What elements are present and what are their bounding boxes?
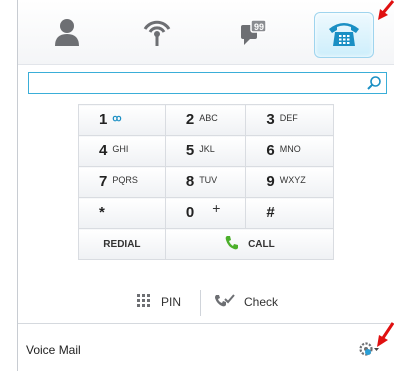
keypad-row: * 0 + #: [78, 197, 334, 229]
utility-divider: [200, 290, 201, 316]
tab-chat[interactable]: 99: [224, 12, 282, 56]
key-digit: 5: [185, 142, 195, 159]
check-label: Check: [244, 295, 279, 309]
tab-presence[interactable]: [128, 12, 186, 56]
key-letters: PQRS: [112, 175, 138, 185]
call-handset-icon: [224, 235, 240, 254]
phone-icon: [327, 18, 361, 53]
key-7[interactable]: 7 PQRS: [78, 166, 166, 198]
key-digit: 9: [266, 173, 275, 190]
redial-button[interactable]: REDIAL: [78, 228, 166, 260]
voice-mail-link[interactable]: Voice Mail: [26, 343, 81, 357]
contacts-person-icon: [53, 17, 81, 52]
key-star[interactable]: *: [78, 197, 166, 229]
key-8[interactable]: 8 TUV: [164, 166, 247, 198]
keypad-row: 1ꝏ 2 ABC 3 DEF: [78, 104, 334, 136]
key-4[interactable]: 4 GHI: [78, 135, 166, 167]
key-digit: 3: [266, 111, 275, 128]
key-letters: GHI: [112, 144, 129, 154]
dial-pad: 1ꝏ 2 ABC 3 DEF 4 GHI 5 JKL 6 MNO 7 PQRS 8 TUV 9…: [78, 104, 335, 260]
check-button[interactable]: Check: [214, 289, 278, 315]
keypad-grid-icon: [136, 293, 152, 312]
key-hash[interactable]: #: [245, 197, 334, 229]
key-letters: WXYZ: [279, 175, 306, 185]
key-0[interactable]: 0 +: [164, 197, 247, 229]
tab-toolbar: 99: [18, 0, 394, 65]
keypad-row: 7 PQRS 8 TUV 9 WXYZ: [78, 166, 334, 198]
key-digit: *: [99, 204, 105, 221]
keypad-row: REDIAL CALL: [78, 228, 335, 260]
voicemail-icon: ꝏ: [112, 113, 122, 123]
call-button[interactable]: CALL: [164, 228, 335, 260]
key-1[interactable]: 1ꝏ: [78, 104, 166, 136]
key-letters: TUV: [199, 175, 218, 185]
key-digit: 0: [185, 204, 195, 221]
call-label: CALL: [248, 238, 275, 250]
pin-button[interactable]: PIN: [136, 289, 181, 315]
key-digit: 2: [185, 111, 195, 128]
annotation-arrow-top: [378, 0, 394, 20]
key-digit: 4: [99, 142, 108, 159]
key-digit: #: [266, 204, 275, 221]
presence-wireless-icon: [141, 17, 173, 52]
tab-contacts[interactable]: [38, 12, 96, 56]
svg-text:99: 99: [254, 22, 264, 32]
chat-bubble-icon: 99: [238, 17, 268, 52]
key-3[interactable]: 3 DEF: [245, 104, 334, 136]
annotation-arrow-bottom: [377, 322, 394, 347]
key-5[interactable]: 5 JKL: [164, 135, 247, 167]
key-letters: MNO: [279, 144, 301, 154]
phone-panel: 99 1ꝏ 2 ABC 3 DEF 4 GHI 5 JKL 6 MNO 7 PQRS 8 TU…: [17, 0, 394, 372]
search-input[interactable]: [33, 75, 357, 93]
status-bar: Voice Mail: [18, 323, 394, 372]
search-icon[interactable]: [366, 75, 382, 96]
key-letters: DEF: [279, 113, 298, 123]
key-digit: 1: [99, 111, 108, 128]
keypad-row: 4 GHI 5 JKL 6 MNO: [78, 135, 334, 167]
key-letters: ABC: [199, 113, 218, 123]
search-box: [28, 72, 387, 94]
tab-phone[interactable]: [314, 12, 374, 58]
key-2[interactable]: 2 ABC: [164, 104, 247, 136]
key-9[interactable]: 9 WXYZ: [245, 166, 334, 198]
key-digit: 6: [266, 142, 275, 159]
key-letters: JKL: [199, 144, 215, 154]
key-letters: +: [212, 200, 221, 216]
key-digit: 8: [185, 173, 195, 190]
key-6[interactable]: 6 MNO: [245, 135, 334, 167]
pin-label: PIN: [161, 295, 182, 309]
key-digit: 7: [99, 173, 108, 190]
check-phone-icon: [214, 293, 236, 312]
